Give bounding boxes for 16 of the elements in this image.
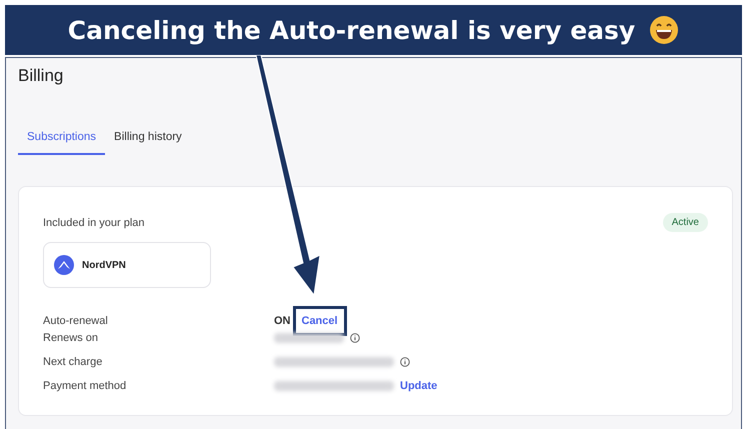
row-label: Payment method <box>43 380 128 392</box>
status-badge: Active <box>662 213 708 232</box>
grinning-emoji-icon <box>649 15 680 45</box>
page-title: Billing <box>18 66 64 86</box>
row-link[interactable]: Update <box>400 380 438 392</box>
blurred-value <box>274 333 344 343</box>
row-value: ON <box>274 315 290 327</box>
tab[interactable]: Subscriptions <box>18 131 106 155</box>
tab[interactable]: Billing history <box>105 131 191 155</box>
plan-heading: Included in your plan <box>43 216 145 228</box>
banner-text: Canceling the Auto-renewal is very easy <box>68 16 636 44</box>
row-label: Next charge <box>43 356 104 368</box>
row-label: Renews on <box>43 332 100 344</box>
mountain-logo-icon <box>54 255 74 275</box>
product-name: NordVPN <box>82 260 126 270</box>
row-label: Auto-renewal <box>43 315 109 327</box>
